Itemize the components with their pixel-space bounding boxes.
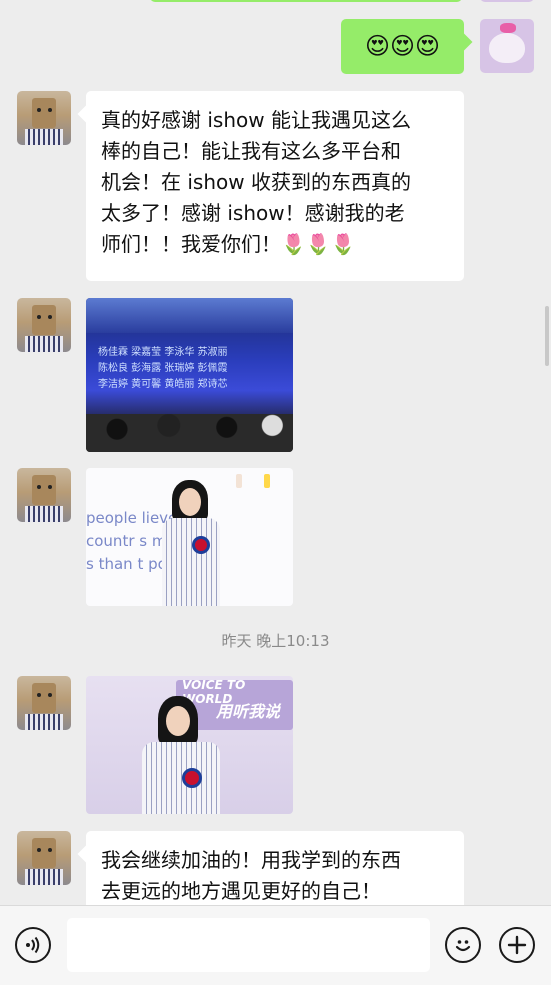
friend-avatar[interactable] [17, 676, 71, 730]
friend-avatar[interactable] [17, 298, 71, 352]
timestamp: 昨天 晚上10:13 [221, 632, 330, 650]
message-line: 师们！！我爱你们！🌷🌷🌷 [101, 232, 356, 256]
striped-shirt [25, 714, 63, 730]
paper-bag-head [32, 683, 56, 713]
banner-main-text: 用听我说 [216, 702, 281, 721]
text-message-bubble[interactable]: 我会继续加油的！用我学到的东西 去更远的地方遇见更好的自己！ [86, 831, 464, 905]
jersey-logo [192, 536, 210, 554]
eye [48, 848, 52, 852]
message-line: 棒的自己！能让我有这么多平台和 [101, 139, 401, 163]
message-line: 太多了！感谢 ishow！感谢我的老 [101, 201, 405, 225]
screen-text-line: 杨佳霖 梁嘉莹 李泳华 苏淑丽 [98, 347, 228, 358]
striped-shirt [25, 336, 63, 352]
face [166, 706, 190, 736]
paper-bag-head [32, 475, 56, 505]
speaker-figure [156, 478, 226, 606]
screen-text-line: 李洁婷 黄可馨 黄皓丽 郑诗芯 [98, 379, 228, 390]
screen-text-line: 陈松良 彭海露 张瑞婷 彭佩霞 [98, 363, 228, 374]
photo-message-speaker-banner[interactable]: VOICE TO WORLD 用听我说 [86, 676, 293, 814]
emoji-message-text: 😍😍😍 [364, 32, 441, 60]
striped-shirt [25, 506, 63, 522]
message-line: 机会！在 ishow 收获到的东西真的 [101, 170, 411, 194]
plus-icon [507, 935, 527, 955]
emoji-message-bubble[interactable]: 😍😍😍 [341, 19, 464, 74]
striped-shirt [25, 129, 63, 145]
friend-avatar[interactable] [17, 831, 71, 885]
eye [37, 315, 41, 319]
friend-avatar[interactable] [17, 468, 71, 522]
brand-badge [236, 474, 242, 488]
paper-bag-head [32, 98, 56, 128]
striped-jersey [142, 742, 220, 814]
message-line: 真的好感谢 ishow 能让我遇见这么 [101, 108, 411, 132]
friend-avatar[interactable] [17, 91, 71, 145]
eye [48, 315, 52, 319]
message-line: 去更远的地方遇见更好的自己！ [101, 879, 381, 903]
striped-shirt [25, 869, 63, 885]
message-line: 我会继续加油的！用我学到的东西 [101, 848, 401, 872]
paper-bag-head [32, 305, 56, 335]
avatar-face [489, 33, 525, 63]
jersey-logo [182, 768, 202, 788]
audience [86, 414, 293, 452]
eye [48, 693, 52, 697]
eye [37, 485, 41, 489]
more-actions-button[interactable] [499, 927, 535, 963]
bow-decoration [500, 23, 516, 33]
voice-wave-icon [26, 936, 40, 954]
eye [48, 108, 52, 112]
emoji-button[interactable] [445, 927, 481, 963]
eye [37, 848, 41, 852]
ceiling [86, 298, 293, 333]
eye [48, 485, 52, 489]
striped-jersey [162, 518, 220, 606]
face [179, 488, 201, 516]
my-avatar[interactable] [480, 19, 534, 73]
scrollbar[interactable] [545, 306, 549, 366]
text-message-bubble[interactable]: 真的好感谢 ishow 能让我遇见这么 棒的自己！能让我有这么多平台和 机会！在… [86, 91, 464, 281]
smiley-icon [455, 940, 471, 952]
photo-message-stage-screen[interactable]: 杨佳霖 梁嘉莹 李泳华 苏淑丽 陈松良 彭海露 张瑞婷 彭佩霞 李洁婷 黄可馨 … [86, 298, 293, 452]
input-bar [0, 905, 551, 985]
message-input[interactable] [67, 918, 430, 972]
eye [37, 693, 41, 697]
voice-input-button[interactable] [15, 927, 51, 963]
brand-badge [264, 474, 270, 488]
my-avatar-partial[interactable] [480, 0, 534, 2]
eye [37, 108, 41, 112]
paper-bag-head [32, 838, 56, 868]
chat-area[interactable]: 😍😍😍 真的好感谢 ishow 能让我遇见这么 棒的自己！能让我有这么多平台和 … [0, 0, 551, 905]
photo-message-speaker[interactable]: people lieve th countr s mor s than t po… [86, 468, 293, 606]
speaker-figure [138, 694, 224, 814]
previous-message-bubble[interactable] [150, 0, 462, 2]
